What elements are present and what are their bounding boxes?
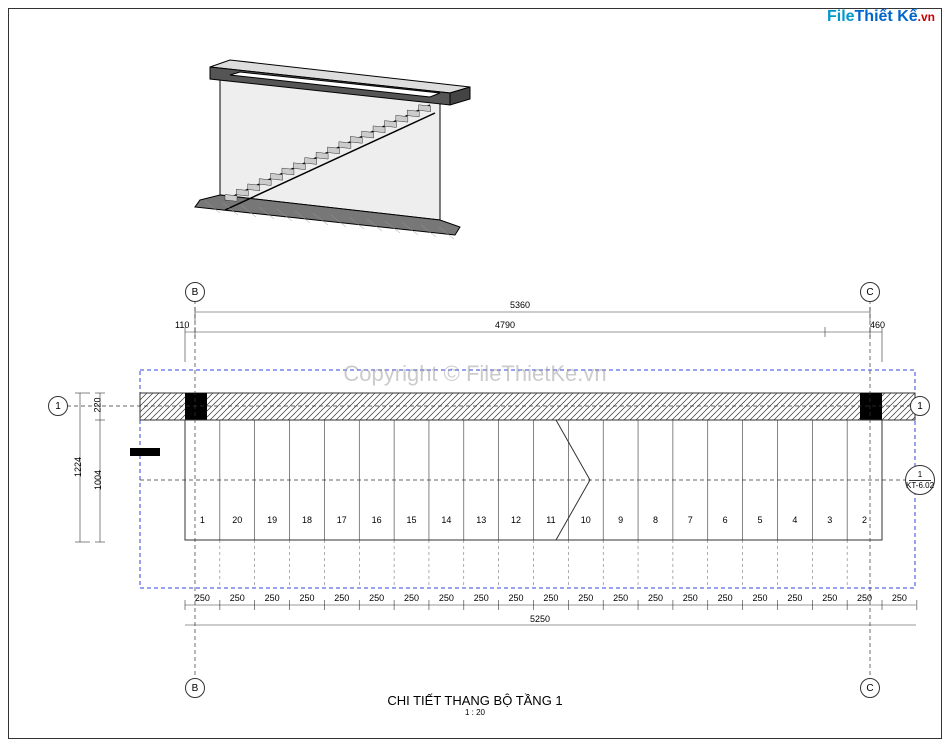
grid-bubble-c-bot: C (860, 678, 880, 698)
step-width-dim: 250 (506, 593, 526, 603)
step-number: 10 (578, 515, 594, 525)
logo-watermark: FileThiết Kế.vn (827, 8, 935, 26)
step-number: 9 (613, 515, 629, 525)
step-width-dim: 250 (855, 593, 875, 603)
step-number: 14 (438, 515, 454, 525)
step-width-dim: 250 (611, 593, 631, 603)
step-width-dim: 250 (576, 593, 596, 603)
step-number: 13 (473, 515, 489, 525)
iso-svg (150, 45, 510, 265)
step-width-dim: 250 (750, 593, 770, 603)
step-width-dim: 250 (680, 593, 700, 603)
step-width-dim: 250 (297, 593, 317, 603)
title-block: CHI TIẾT THANG BỘ TẦNG 1 1 : 20 (387, 693, 562, 717)
step-width-dim: 250 (785, 593, 805, 603)
step-number: 19 (264, 515, 280, 525)
step-width-dim: 250 (715, 593, 735, 603)
step-number: 4 (787, 515, 803, 525)
step-number: 7 (682, 515, 698, 525)
logo-file: File (827, 8, 855, 25)
step-number: 12 (508, 515, 524, 525)
logo-vn: .vn (918, 10, 935, 24)
detail-reference-bubble: 1 KT-6.02 (905, 465, 935, 495)
step-width-dim: 250 (192, 593, 212, 603)
step-number: 20 (229, 515, 245, 525)
plan-svg (40, 290, 935, 710)
step-number: 8 (647, 515, 663, 525)
step-number: 2 (857, 515, 873, 525)
step-width-dim: 250 (471, 593, 491, 603)
drawing-scale: 1 : 20 (387, 708, 562, 717)
dim-top-total: 5360 (510, 300, 530, 310)
step-width-dim: 250 (645, 593, 665, 603)
drawing-title: CHI TIẾT THANG BỘ TẦNG 1 (387, 693, 562, 708)
isometric-stair-view (150, 45, 510, 265)
dim-bottom-total: 5250 (530, 614, 550, 624)
dim-top-right-off: 460 (870, 320, 885, 330)
step-number: 11 (543, 515, 559, 525)
step-width-dim: 250 (889, 593, 909, 603)
step-width-dim: 250 (541, 593, 561, 603)
step-number: 1 (194, 515, 210, 525)
grid-bubble-1-right: 1 (910, 396, 930, 416)
grid-bubble-c-top: C (860, 282, 880, 302)
step-number: 5 (752, 515, 768, 525)
step-width-dim: 250 (227, 593, 247, 603)
step-number: 15 (404, 515, 420, 525)
dim-left-b: 1004 (93, 470, 103, 490)
step-width-dim: 250 (820, 593, 840, 603)
dim-left-a: 220 (93, 397, 103, 412)
step-width-dim: 250 (262, 593, 282, 603)
step-number: 6 (717, 515, 733, 525)
plan-drawing: B C B C 1 1 1 KT-6.02 5360 110 4790 460 … (40, 290, 935, 717)
step-number: 18 (299, 515, 315, 525)
step-width-dim: 250 (402, 593, 422, 603)
grid-bubble-b-bot: B (185, 678, 205, 698)
grid-bubble-b-top: B (185, 282, 205, 302)
step-width-dim: 250 (332, 593, 352, 603)
dim-left-total: 1224 (73, 457, 83, 477)
step-number: 3 (822, 515, 838, 525)
step-number: 16 (369, 515, 385, 525)
detail-sheet: KT-6.02 (906, 482, 934, 490)
grid-bubble-1-left: 1 (48, 396, 68, 416)
step-number: 17 (334, 515, 350, 525)
dim-top-left-off: 110 (175, 320, 189, 330)
step-width-dim: 250 (436, 593, 456, 603)
detail-num: 1 (918, 471, 922, 479)
logo-tk: Thiết Kế (855, 8, 918, 25)
dim-top-mid: 4790 (495, 320, 515, 330)
step-width-dim: 250 (367, 593, 387, 603)
